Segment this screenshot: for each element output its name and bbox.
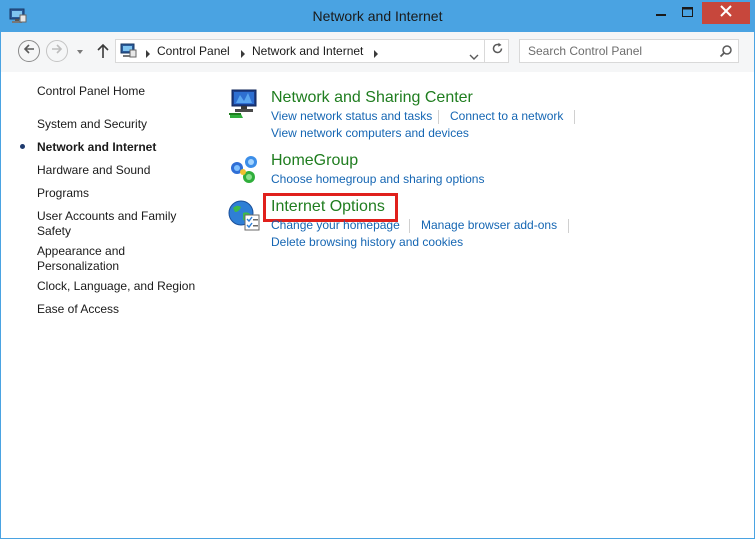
search-box[interactable] — [519, 39, 739, 63]
network-sharing-icon[interactable] — [227, 87, 261, 121]
recent-locations-button[interactable] — [74, 45, 86, 57]
chevron-right-icon[interactable] — [373, 46, 379, 58]
link-delete-browsing-history-and-cookies[interactable]: Delete browsing history and cookies — [271, 235, 463, 249]
chevron-right-icon[interactable] — [240, 46, 246, 58]
minimize-button[interactable] — [647, 2, 675, 24]
address-dropdown-icon[interactable] — [469, 48, 479, 60]
link-manage-browser-add-ons[interactable]: Manage browser add-ons — [421, 218, 557, 232]
minimize-icon — [656, 4, 666, 22]
sidebar-item-user-accounts-and-family-safety[interactable]: User Accounts and Family Safety — [37, 209, 187, 239]
close-button[interactable] — [702, 2, 750, 24]
search-icon[interactable] — [719, 44, 733, 58]
back-button[interactable] — [18, 40, 40, 62]
link-view-network-status-and-tasks[interactable]: View network status and tasks — [271, 109, 432, 123]
current-item-bullet — [20, 144, 25, 149]
chevron-right-icon[interactable] — [145, 46, 151, 58]
search-input[interactable] — [520, 40, 716, 62]
title-bar[interactable]: Network and Internet — [1, 1, 754, 32]
maximize-button[interactable] — [673, 2, 701, 24]
address-bar[interactable]: Control Panel Network and Internet — [115, 39, 509, 63]
internet-options-icon[interactable] — [227, 198, 261, 232]
forward-arrow-icon — [51, 42, 63, 60]
forward-button[interactable] — [46, 40, 68, 62]
category-title-homegroup[interactable]: HomeGroup — [271, 152, 358, 170]
control-panel-icon — [120, 43, 137, 59]
sidebar-item-hardware-and-sound[interactable]: Hardware and Sound — [37, 163, 150, 178]
link-separator — [568, 219, 569, 233]
link-view-network-computers-and-devices[interactable]: View network computers and devices — [271, 126, 469, 140]
link-choose-homegroup-and-sharing-options[interactable]: Choose homegroup and sharing options — [271, 172, 484, 186]
maximize-icon — [681, 4, 693, 22]
link-separator — [574, 110, 575, 124]
refresh-button[interactable] — [484, 40, 509, 62]
navigation-bar: Control Panel Network and Internet — [1, 32, 754, 72]
breadcrumb-control-panel[interactable]: Control Panel — [157, 44, 230, 58]
homegroup-icon[interactable] — [227, 152, 261, 186]
sidebar-item-ease-of-access[interactable]: Ease of Access — [37, 302, 119, 317]
sidebar-item-system-and-security[interactable]: System and Security — [37, 117, 147, 132]
window-title: Network and Internet — [312, 8, 443, 24]
link-change-your-homepage[interactable]: Change your homepage — [271, 218, 400, 232]
up-arrow-icon — [96, 43, 110, 64]
chevron-down-icon — [74, 45, 86, 62]
link-separator — [438, 110, 439, 124]
sidebar-item-programs[interactable]: Programs — [37, 186, 89, 201]
refresh-icon — [491, 42, 504, 60]
sidebar-item-network-and-internet: Network and Internet — [37, 140, 157, 154]
sidebar-item-control-panel-home[interactable]: Control Panel Home — [37, 84, 145, 99]
up-button[interactable] — [96, 42, 110, 60]
back-arrow-icon — [23, 42, 35, 60]
sidebar-item-appearance-and-personalization[interactable]: Appearance and Personalization — [37, 244, 147, 274]
sidebar-item-clock-language-and-region[interactable]: Clock, Language, and Region — [37, 279, 195, 294]
link-connect-to-a-network[interactable]: Connect to a network — [450, 109, 563, 123]
breadcrumb-network-and-internet[interactable]: Network and Internet — [252, 44, 363, 58]
category-title-network-and-sharing-center[interactable]: Network and Sharing Center — [271, 89, 473, 107]
link-separator — [409, 219, 410, 233]
close-icon — [720, 4, 732, 22]
control-panel-window: Network and Internet Control Panel Netwo… — [0, 0, 755, 539]
